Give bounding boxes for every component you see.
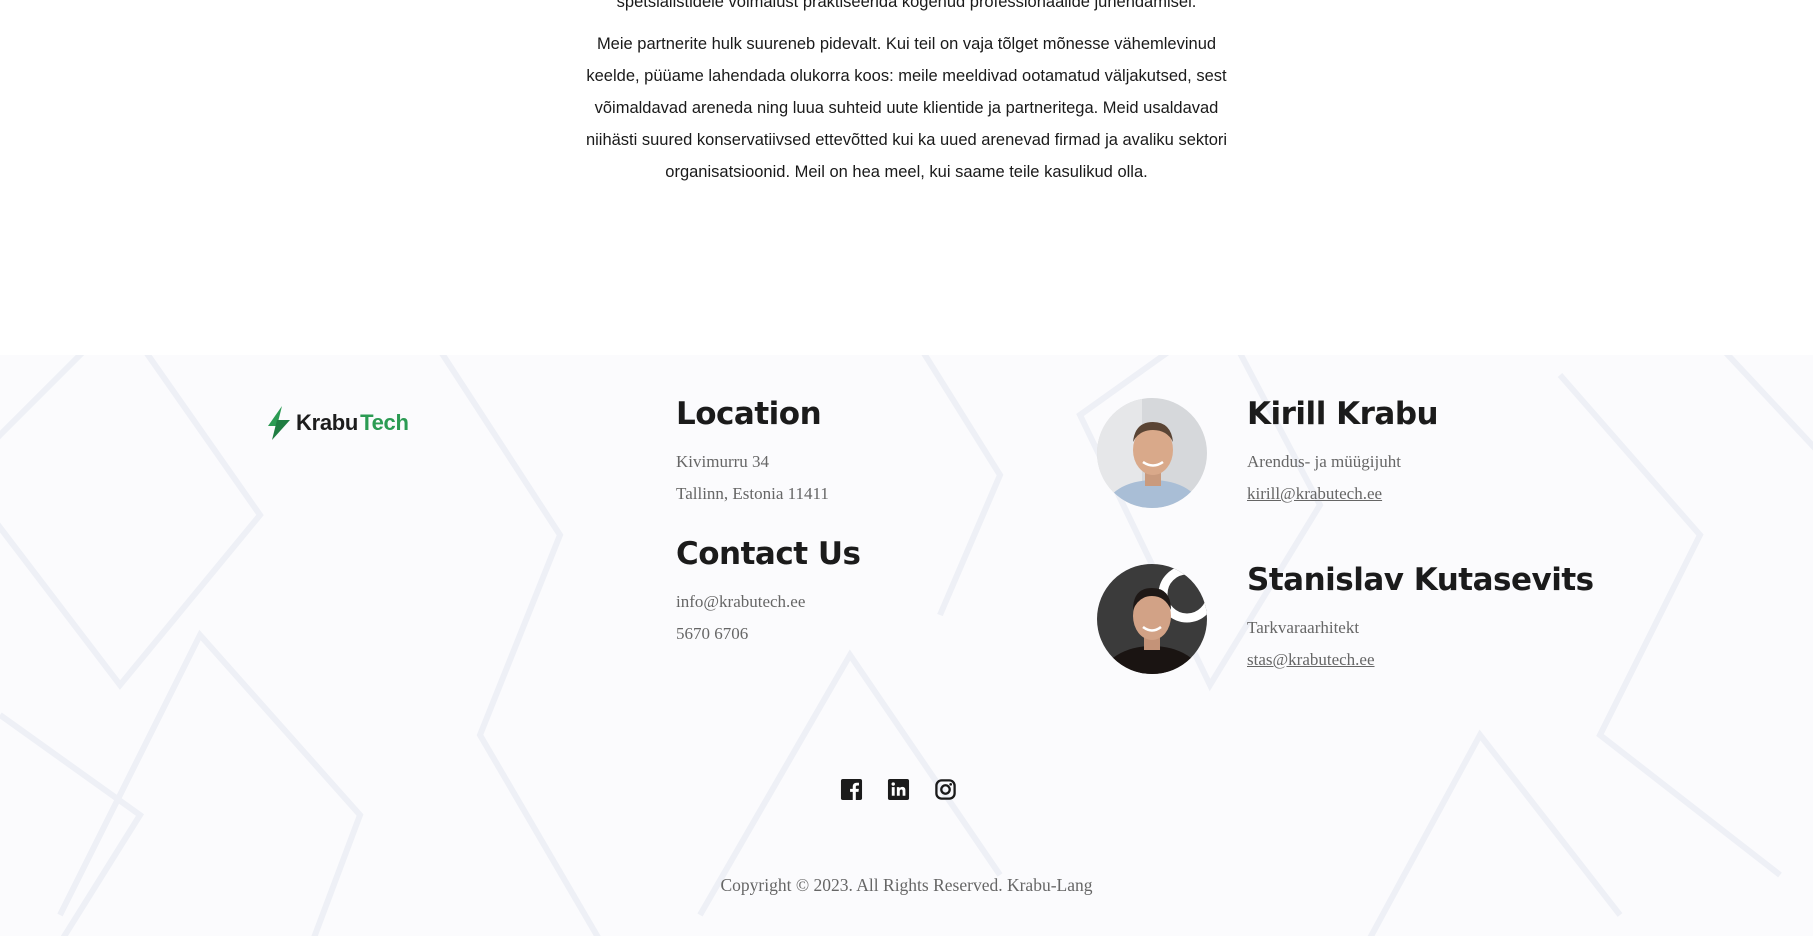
logo-text-krabu: Krabu <box>296 410 359 435</box>
linkedin-icon[interactable] <box>887 778 910 801</box>
person-1-role: Arendus- ja müügijuht <box>1247 452 1401 471</box>
intro-section: spetsialistidele võimalust praktiseerida… <box>0 0 1813 188</box>
logo-text-tech: Tech <box>360 410 409 435</box>
social-links <box>840 778 957 801</box>
person-1-email-link[interactable]: kirill@krabutech.ee <box>1247 484 1382 504</box>
address-line-1: Kivimurru 34 <box>676 452 770 471</box>
krabutech-logo[interactable]: Krabu Tech <box>266 406 409 440</box>
address-line-2: Tallinn, Estonia 11411 <box>676 484 829 503</box>
person-2-role: Tarkvaraarhitekt <box>1247 618 1360 637</box>
site-footer: Krabu Tech Location Kivimurru 34 Tallinn… <box>0 355 1813 936</box>
page: spetsialistidele võimalust praktiseerida… <box>0 0 1813 936</box>
person-1-name: Kirill Krabu <box>1247 396 1439 432</box>
person-2-email-link[interactable]: stas@krabutech.ee <box>1247 650 1375 670</box>
leaf-logo-icon <box>268 406 290 440</box>
background-pattern <box>0 355 1813 936</box>
location-heading: Location <box>676 396 822 432</box>
contact-email[interactable]: info@krabutech.ee <box>676 592 805 612</box>
person-2-name: Stanislav Kutasevits <box>1247 562 1594 598</box>
intro-partial-line: spetsialistidele võimalust praktiseerida… <box>616 0 1197 11</box>
intro-paragraph: Meie partnerite hulk suureneb pidevalt. … <box>585 35 1228 181</box>
contact-phone[interactable]: 5670 6706 <box>676 624 748 644</box>
copyright-text: Copyright © 2023. All Rights Reserved. K… <box>720 875 1093 895</box>
instagram-icon[interactable] <box>934 778 957 801</box>
avatar-kirill <box>1097 398 1207 508</box>
avatar-stanislav <box>1097 564 1207 674</box>
contact-heading: Contact Us <box>676 536 861 572</box>
facebook-icon[interactable] <box>840 778 863 801</box>
